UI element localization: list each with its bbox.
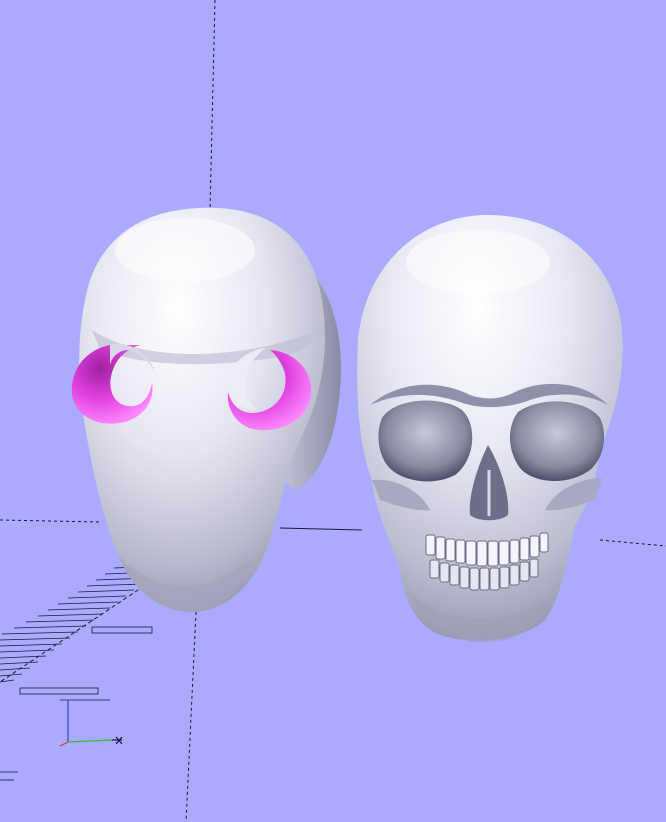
- gizmo-y-axis: [59, 741, 69, 747]
- shell-top-highlight: [115, 218, 255, 282]
- gizmo-x-axis: [67, 739, 113, 743]
- horizontal-axis-right: [279, 527, 363, 531]
- horizontal-axis-far-right: [599, 539, 666, 547]
- axis-gizmo: [59, 700, 123, 747]
- skull-left-orbit: [378, 400, 473, 482]
- vertical-axis-upper: [209, 0, 216, 211]
- vertical-axis-lower: [185, 611, 197, 822]
- skull[interactable]: [357, 215, 623, 643]
- 3d-viewport[interactable]: [0, 0, 666, 822]
- skull-right-orbit: [509, 401, 605, 482]
- skull-top-highlight: [406, 230, 550, 294]
- horizontal-axis-left: [0, 519, 101, 523]
- hollowed-head-shell[interactable]: [71, 207, 341, 612]
